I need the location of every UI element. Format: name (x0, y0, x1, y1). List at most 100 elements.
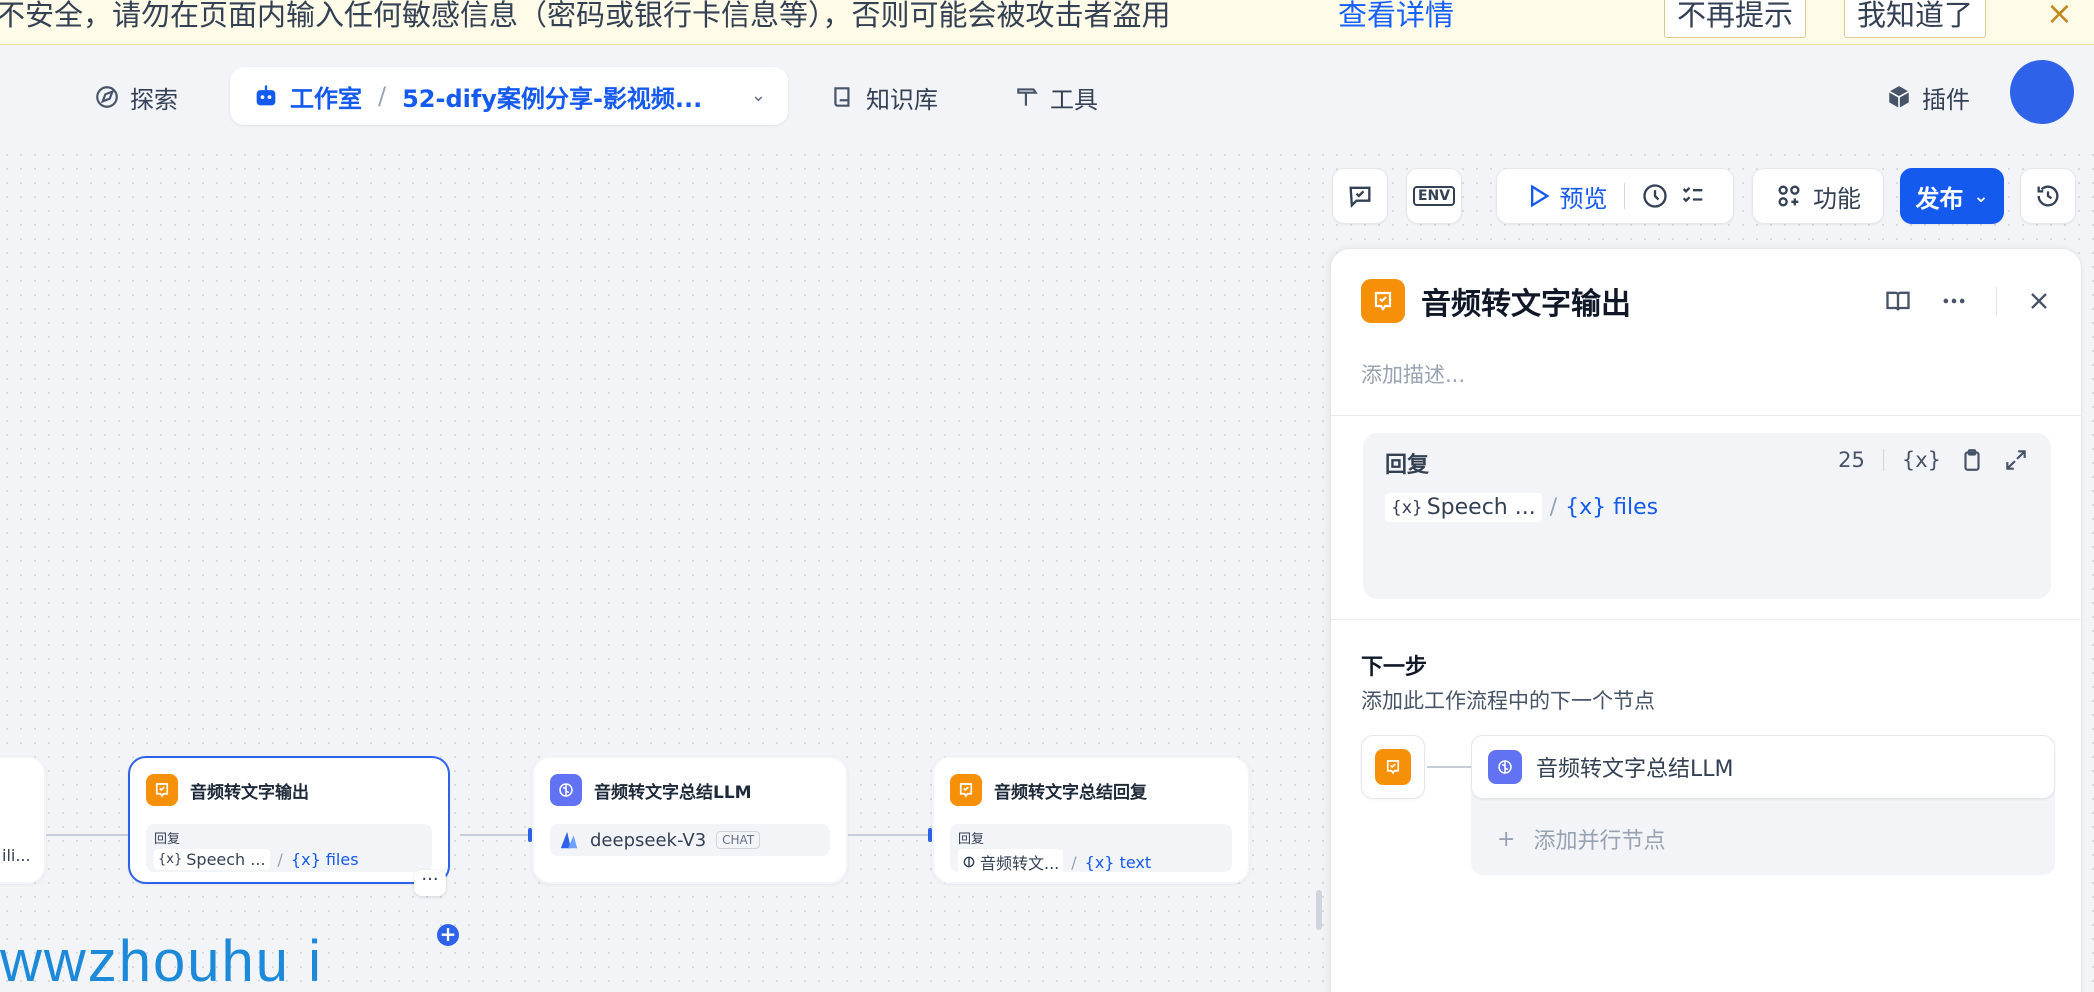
breadcrumb-separator: / (378, 82, 387, 110)
deepseek-logo-icon (560, 831, 578, 849)
workflow-node-audio-summary-reply[interactable]: 音频转文字总结回复 回复 音频转文... / {x} text (932, 756, 1250, 884)
variable-chip-source: {x} Speech ... (1385, 493, 1542, 522)
avatar[interactable] (2010, 60, 2074, 124)
node-caption: 回复 (154, 832, 181, 847)
edge (46, 834, 128, 836)
env-button[interactable]: ENV (1406, 168, 1462, 224)
expand-icon[interactable] (2003, 447, 2029, 473)
llm-brain-icon (963, 856, 975, 868)
banner-close-icon[interactable]: × (2046, 0, 2073, 32)
security-warning-banner: 不安全，请勿在页面内输入任何敏感信息（密码或银行卡信息等），否则可能会被攻击者盗… (0, 0, 2094, 45)
publish-button[interactable]: 发布 ⌄ (1900, 168, 2004, 224)
checklist-icon[interactable] (1679, 182, 1707, 210)
model-name: deepseek-V3 (590, 829, 707, 851)
studio-app-selector[interactable]: 工作室 / 52-dify案例分享-影视频... ⌄ (230, 67, 788, 125)
model-mode-badge: CHAT (716, 831, 761, 849)
add-next-node-icon[interactable]: + (437, 924, 459, 946)
edge (848, 834, 932, 836)
nav-plugins[interactable]: 插件 (1886, 77, 1970, 117)
chevron-down-icon[interactable]: ⌄ (751, 85, 766, 106)
features-button[interactable]: 功能 (1752, 168, 1884, 224)
workflow-node-audio-to-text-output[interactable]: 音频转文字输出 回复 {x} Speech ... / {x} files (128, 756, 450, 884)
version-history-button[interactable] (2020, 168, 2076, 224)
banner-details-link[interactable]: 查看详情 (1338, 0, 1454, 30)
nav-tools[interactable]: 工具 (1014, 77, 1098, 117)
workflow-node-audio-summary-llm[interactable]: 音频转文字总结LLM deepseek-V3 CHAT (532, 756, 848, 884)
edge (1427, 766, 1471, 768)
banner-ok-button[interactable]: 我知道了 (1844, 0, 1987, 38)
cube-icon (1888, 86, 1910, 108)
compass-icon (96, 86, 118, 108)
reply-editor[interactable]: 回复 25 {x} {x} Speech ... / {x} files (1363, 433, 2051, 599)
nav-explore[interactable]: 探索 (94, 77, 178, 117)
variable-chip-source: 音频转文... (958, 849, 1064, 875)
divider (1331, 619, 2081, 620)
answer-icon (1375, 749, 1411, 785)
features-label: 功能 (1813, 184, 1861, 213)
divider (1623, 183, 1625, 209)
preview-label: 预览 (1559, 184, 1608, 213)
edge (460, 834, 532, 836)
node-title: 音频转文字总结LLM (594, 782, 752, 803)
char-count: 25 (1838, 448, 1865, 472)
node-properties-panel: 音频转文字输出 添加描述... 回复 25 {x} {x} Speech ...… (1330, 248, 2082, 992)
book-open-icon[interactable] (1884, 287, 1912, 315)
plus-icon: + (1497, 826, 1516, 852)
variable-icon: {x} (1391, 497, 1423, 518)
play-icon (1530, 184, 1550, 208)
comment-toggle-button[interactable] (1332, 168, 1388, 224)
variable-name: {x} files (290, 850, 359, 869)
answer-icon (950, 774, 982, 806)
nav-tools-label: 工具 (1050, 85, 1098, 114)
llm-brain-icon (1488, 750, 1522, 784)
variable-chip-source: {x} Speech ... (154, 849, 270, 870)
reply-label: 回复 (1385, 453, 1430, 478)
node-title: 音频转文字输出 (190, 782, 309, 803)
panel-title[interactable]: 音频转文字输出 (1421, 279, 1631, 323)
nav-knowledge[interactable]: 知识库 (830, 77, 938, 117)
preview-button[interactable]: 预览 (1524, 179, 1608, 214)
model-selector[interactable]: deepseek-V3 CHAT (550, 824, 830, 856)
publish-label: 发布 (1915, 184, 1964, 213)
run-history-icon[interactable] (1641, 182, 1669, 210)
apps-icon (1778, 185, 1800, 207)
clipboard-icon[interactable] (1959, 447, 1985, 473)
panel-resize-handle[interactable] (1316, 890, 1322, 930)
insert-variable-icon[interactable]: {x} (1902, 448, 1941, 472)
studio-label: 工作室 (290, 84, 362, 113)
next-node-label: 音频转文字总结LLM (1536, 757, 1734, 782)
chevron-down-icon: ⌄ (1973, 185, 1989, 207)
banner-dismiss-forever-button[interactable]: 不再提示 (1664, 0, 1807, 38)
node-more-icon[interactable]: ··· (414, 870, 446, 896)
add-parallel-node-button[interactable]: + 添加并行节点 (1497, 823, 1665, 855)
node-caption: 回复 (958, 832, 985, 847)
next-step-title: 下一步 (1361, 655, 1428, 680)
preview-group: 预览 (1496, 168, 1734, 224)
app-name: 52-dify案例分享-影视频... (402, 84, 703, 113)
llm-brain-icon (550, 774, 582, 806)
history-icon (2037, 185, 2059, 207)
next-step-description: 添加此工作流程中的下一个节点 (1361, 689, 1655, 713)
watermark: wwzhouhu i (0, 929, 324, 992)
robot-icon (256, 85, 276, 106)
current-node-icon (1361, 735, 1425, 799)
divider (1996, 287, 1997, 315)
description-input[interactable]: 添加描述... (1361, 359, 1465, 389)
chat-check-icon (1349, 186, 1371, 208)
nav-knowledge-label: 知识库 (866, 85, 938, 114)
more-icon[interactable] (1940, 287, 1968, 315)
hammer-icon (1017, 88, 1038, 106)
variable-icon: {x} (158, 852, 183, 867)
nav-plugins-label: 插件 (1922, 85, 1970, 114)
divider (1331, 415, 2081, 416)
answer-icon (1361, 279, 1405, 323)
answer-icon (146, 774, 178, 806)
variable-name: {x} files (1565, 495, 1659, 520)
close-icon[interactable] (2025, 287, 2053, 315)
node-title: 音频转文字总结回复 (994, 782, 1147, 803)
next-node-group: 音频转文字总结LLM + 添加并行节点 (1471, 735, 2055, 875)
next-node-item[interactable]: 音频转文字总结LLM (1471, 735, 2055, 799)
workflow-node-partial[interactable]: ili... (0, 756, 46, 884)
divider (1882, 449, 1884, 471)
banner-text: 不安全，请勿在页面内输入任何敏感信息（密码或银行卡信息等），否则可能会被攻击者盗… (0, 0, 1171, 32)
